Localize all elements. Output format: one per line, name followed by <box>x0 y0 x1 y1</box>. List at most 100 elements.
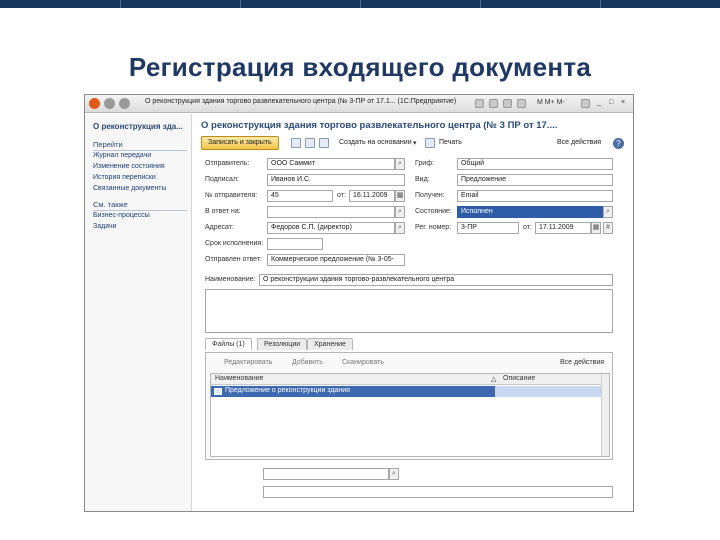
window-titlebar: О реконструкция здания торгово развлекат… <box>85 95 633 113</box>
sender-date-calendar-icon[interactable]: ▦ <box>395 190 405 202</box>
reg-number-label: Рег. номер: <box>415 224 452 231</box>
nav-section-goto: Перейти <box>93 140 187 151</box>
file-description-cell <box>495 386 601 397</box>
file-name-cell: Предложение о реконструкции здания <box>225 387 350 394</box>
table-row[interactable]: Предложение о реконструкции здания <box>211 386 495 397</box>
minimize-icon[interactable]: _ <box>597 99 601 106</box>
reply-sent-label: Отправлен ответ: <box>205 256 262 263</box>
in-reply-search-icon[interactable]: ⌕ <box>395 206 405 218</box>
forward-icon[interactable] <box>119 98 130 109</box>
navigation-panel: О реконструкция зда... Перейти Журнал пе… <box>85 114 192 511</box>
stamp-label: Гриф: <box>415 160 434 167</box>
nav-link-related-documents[interactable]: Связанные документы <box>93 185 167 192</box>
document-form: О реконструкция здания торгово развлекат… <box>193 114 633 511</box>
deadline-label: Срок исполнения: <box>205 240 264 247</box>
reg-number-icon[interactable]: # <box>603 222 613 234</box>
sender-number-label: № отправителя: <box>205 192 258 199</box>
create-based-on-dropdown-icon[interactable]: ▾ <box>413 139 417 147</box>
nav-link-business-processes[interactable]: Бизнес-процессы <box>93 212 150 219</box>
sender-field[interactable]: ООО Саммит <box>267 158 395 170</box>
top-bar-divider <box>360 0 361 8</box>
name-label: Наименование: <box>205 276 256 283</box>
print-icon[interactable] <box>489 99 498 108</box>
name-field[interactable]: О реконструкции здания торгово-развлекат… <box>259 274 613 286</box>
top-bar-divider <box>240 0 241 8</box>
deadline-field[interactable] <box>267 238 323 250</box>
stamp-field[interactable]: Общий <box>457 158 613 170</box>
in-reply-field[interactable] <box>267 206 395 218</box>
column-name-header[interactable]: Наименование <box>215 375 264 382</box>
nav-link-transfer-journal[interactable]: Журнал передачи <box>93 152 151 159</box>
calendar-icon[interactable] <box>517 99 526 108</box>
back-icon[interactable] <box>104 98 115 109</box>
file-icon <box>214 388 222 395</box>
sender-date-label: от: <box>337 192 346 199</box>
top-bar-divider <box>600 0 601 8</box>
files-grid-header: Наименование △ Описание <box>211 374 601 385</box>
bookmark-icon[interactable] <box>475 99 484 108</box>
copy-icon[interactable] <box>503 99 512 108</box>
attach-icon[interactable] <box>319 138 329 148</box>
memory-buttons[interactable]: M M+ M- <box>537 99 565 106</box>
files-all-actions-button[interactable]: Все действия <box>560 359 604 366</box>
tab-storage[interactable]: Хранение <box>307 338 353 350</box>
state-field[interactable]: Исполнен <box>457 206 603 218</box>
print-button[interactable]: Печать <box>439 139 462 146</box>
printer-icon[interactable] <box>425 138 435 148</box>
sender-label: Отправитель: <box>205 160 250 167</box>
window-title: О реконструкция здания торгово развлекат… <box>145 98 457 105</box>
reg-date-label: от: <box>523 224 532 231</box>
addressee-field[interactable]: Федоров С.П. (директор) <box>267 222 395 234</box>
registry-icon[interactable] <box>305 138 315 148</box>
addressee-search-icon[interactable]: ⌕ <box>395 222 405 234</box>
addressee-label: Адресат: <box>205 224 234 231</box>
document-title: О реконструкция здания торгово развлекат… <box>201 120 558 131</box>
app-window: О реконструкция здания торгово развлекат… <box>84 94 634 512</box>
save-icon[interactable] <box>291 138 301 148</box>
state-search-icon[interactable]: ⌕ <box>603 206 613 218</box>
nav-link-tasks[interactable]: Задачи <box>93 223 117 230</box>
state-label: Состояние: <box>415 208 452 215</box>
sort-icon: △ <box>491 376 497 383</box>
app-logo-icon[interactable] <box>89 98 100 109</box>
nav-panel-header: О реконструкция зда... <box>93 122 183 131</box>
tab-resolutions[interactable]: Резолюции <box>257 338 308 350</box>
edit-file-button[interactable]: Редактировать <box>224 359 272 366</box>
tab-files[interactable]: Файлы (1) <box>205 338 252 350</box>
scan-file-button[interactable]: Сканировать <box>342 359 384 366</box>
reply-sent-field[interactable]: Коммерческое предложение (№ 3-05- <box>267 254 405 266</box>
slide-top-bar <box>0 0 720 8</box>
create-based-on-button[interactable]: Создать на основании <box>339 139 412 146</box>
slide-title: Регистрация входящего документа <box>128 52 592 82</box>
files-grid-scrollbar[interactable] <box>601 374 609 456</box>
sender-number-field[interactable]: 45 <box>267 190 333 202</box>
top-bar-divider <box>480 0 481 8</box>
sender-search-icon[interactable]: ⌕ <box>395 158 405 170</box>
signed-field[interactable]: Иванов И.С. <box>267 174 405 186</box>
help-icon[interactable]: ? <box>613 138 624 149</box>
signed-label: Подписал: <box>205 176 239 183</box>
reg-number-field[interactable]: 3-ПР <box>457 222 519 234</box>
comment-field[interactable] <box>263 486 613 498</box>
nav-link-correspondence-history[interactable]: История переписки <box>93 174 156 181</box>
save-and-close-button[interactable]: Записать и закрыть <box>201 136 279 150</box>
reg-date-field[interactable]: 17.11.2009 <box>535 222 591 234</box>
description-textarea[interactable] <box>205 289 613 333</box>
info-icon[interactable] <box>581 99 590 108</box>
files-tab-panel: Редактировать Добавить Сканировать Все д… <box>205 352 613 460</box>
received-label: Получен: <box>415 192 445 199</box>
reg-date-calendar-icon[interactable]: ▦ <box>591 222 601 234</box>
add-file-button[interactable]: Добавить <box>292 359 323 366</box>
in-reply-label: В ответ на: <box>205 208 241 215</box>
nav-link-state-change[interactable]: Изменение состояния <box>93 163 165 170</box>
kind-field[interactable]: Предложение <box>457 174 613 186</box>
all-actions-button[interactable]: Все действия <box>557 139 601 146</box>
column-description-header[interactable]: Описание <box>503 375 535 382</box>
received-field[interactable]: Email <box>457 190 613 202</box>
sender-date-field[interactable]: 16.11.2009 <box>349 190 395 202</box>
close-icon[interactable]: × <box>621 99 625 106</box>
responsible-field[interactable] <box>263 468 389 480</box>
maximize-icon[interactable]: □ <box>609 99 613 106</box>
responsible-search-icon[interactable]: ⌕ <box>389 468 399 480</box>
top-bar-divider <box>120 0 121 8</box>
